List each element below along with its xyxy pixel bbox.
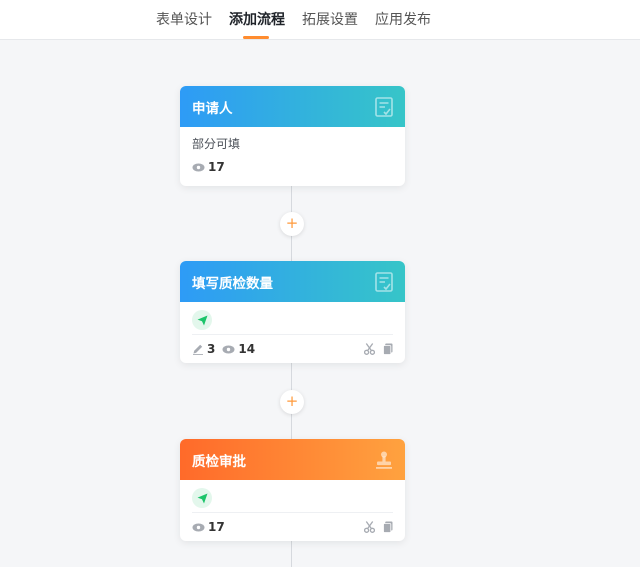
stamp-icon [375,450,393,470]
send-icon [192,310,212,330]
tab-extended-settings[interactable]: 拓展设置 [302,9,358,29]
view-count: 14 [238,342,256,356]
node-title: 填写质检数量 [192,275,273,292]
view-count: 17 [208,160,225,174]
node-header: 申请人 [180,86,405,127]
flow-node-fill-quantity[interactable]: 填写质检数量 3 14 [180,261,405,363]
edit-icon [192,343,204,355]
eye-icon [192,163,205,172]
add-node-button[interactable]: + [280,390,304,414]
flow-node-applicant[interactable]: 申请人 部分可填 17 [180,86,405,186]
active-tab-indicator [243,36,269,39]
send-icon [192,488,212,508]
copy-icon[interactable] [383,521,393,533]
edit-count: 3 [207,342,216,356]
copy-icon[interactable] [383,343,393,355]
scissors-icon[interactable] [364,521,375,533]
tab-form-design[interactable]: 表单设计 [156,9,212,29]
top-tab-bar: 表单设计 添加流程 拓展设置 应用发布 [0,0,640,40]
add-node-button[interactable]: + [280,212,304,236]
view-count: 17 [208,520,225,534]
form-icon [375,271,393,292]
form-icon [375,96,393,117]
node-header: 填写质检数量 [180,261,405,302]
flow-canvas: + + 申请人 部分可填 17 填写质检数量 3 14 质检审批 17 [0,41,640,567]
node-title: 申请人 [192,100,233,117]
flow-connector [291,541,292,567]
tab-app-publish[interactable]: 应用发布 [375,9,431,29]
node-title: 质检审批 [192,453,246,470]
eye-icon [192,523,205,532]
flow-node-inspection-approval[interactable]: 质检审批 17 [180,439,405,541]
eye-icon [222,345,235,354]
node-permission-text: 部分可填 [192,137,241,151]
node-header: 质检审批 [180,439,405,480]
tab-add-process[interactable]: 添加流程 [229,9,285,29]
scissors-icon[interactable] [364,343,375,355]
